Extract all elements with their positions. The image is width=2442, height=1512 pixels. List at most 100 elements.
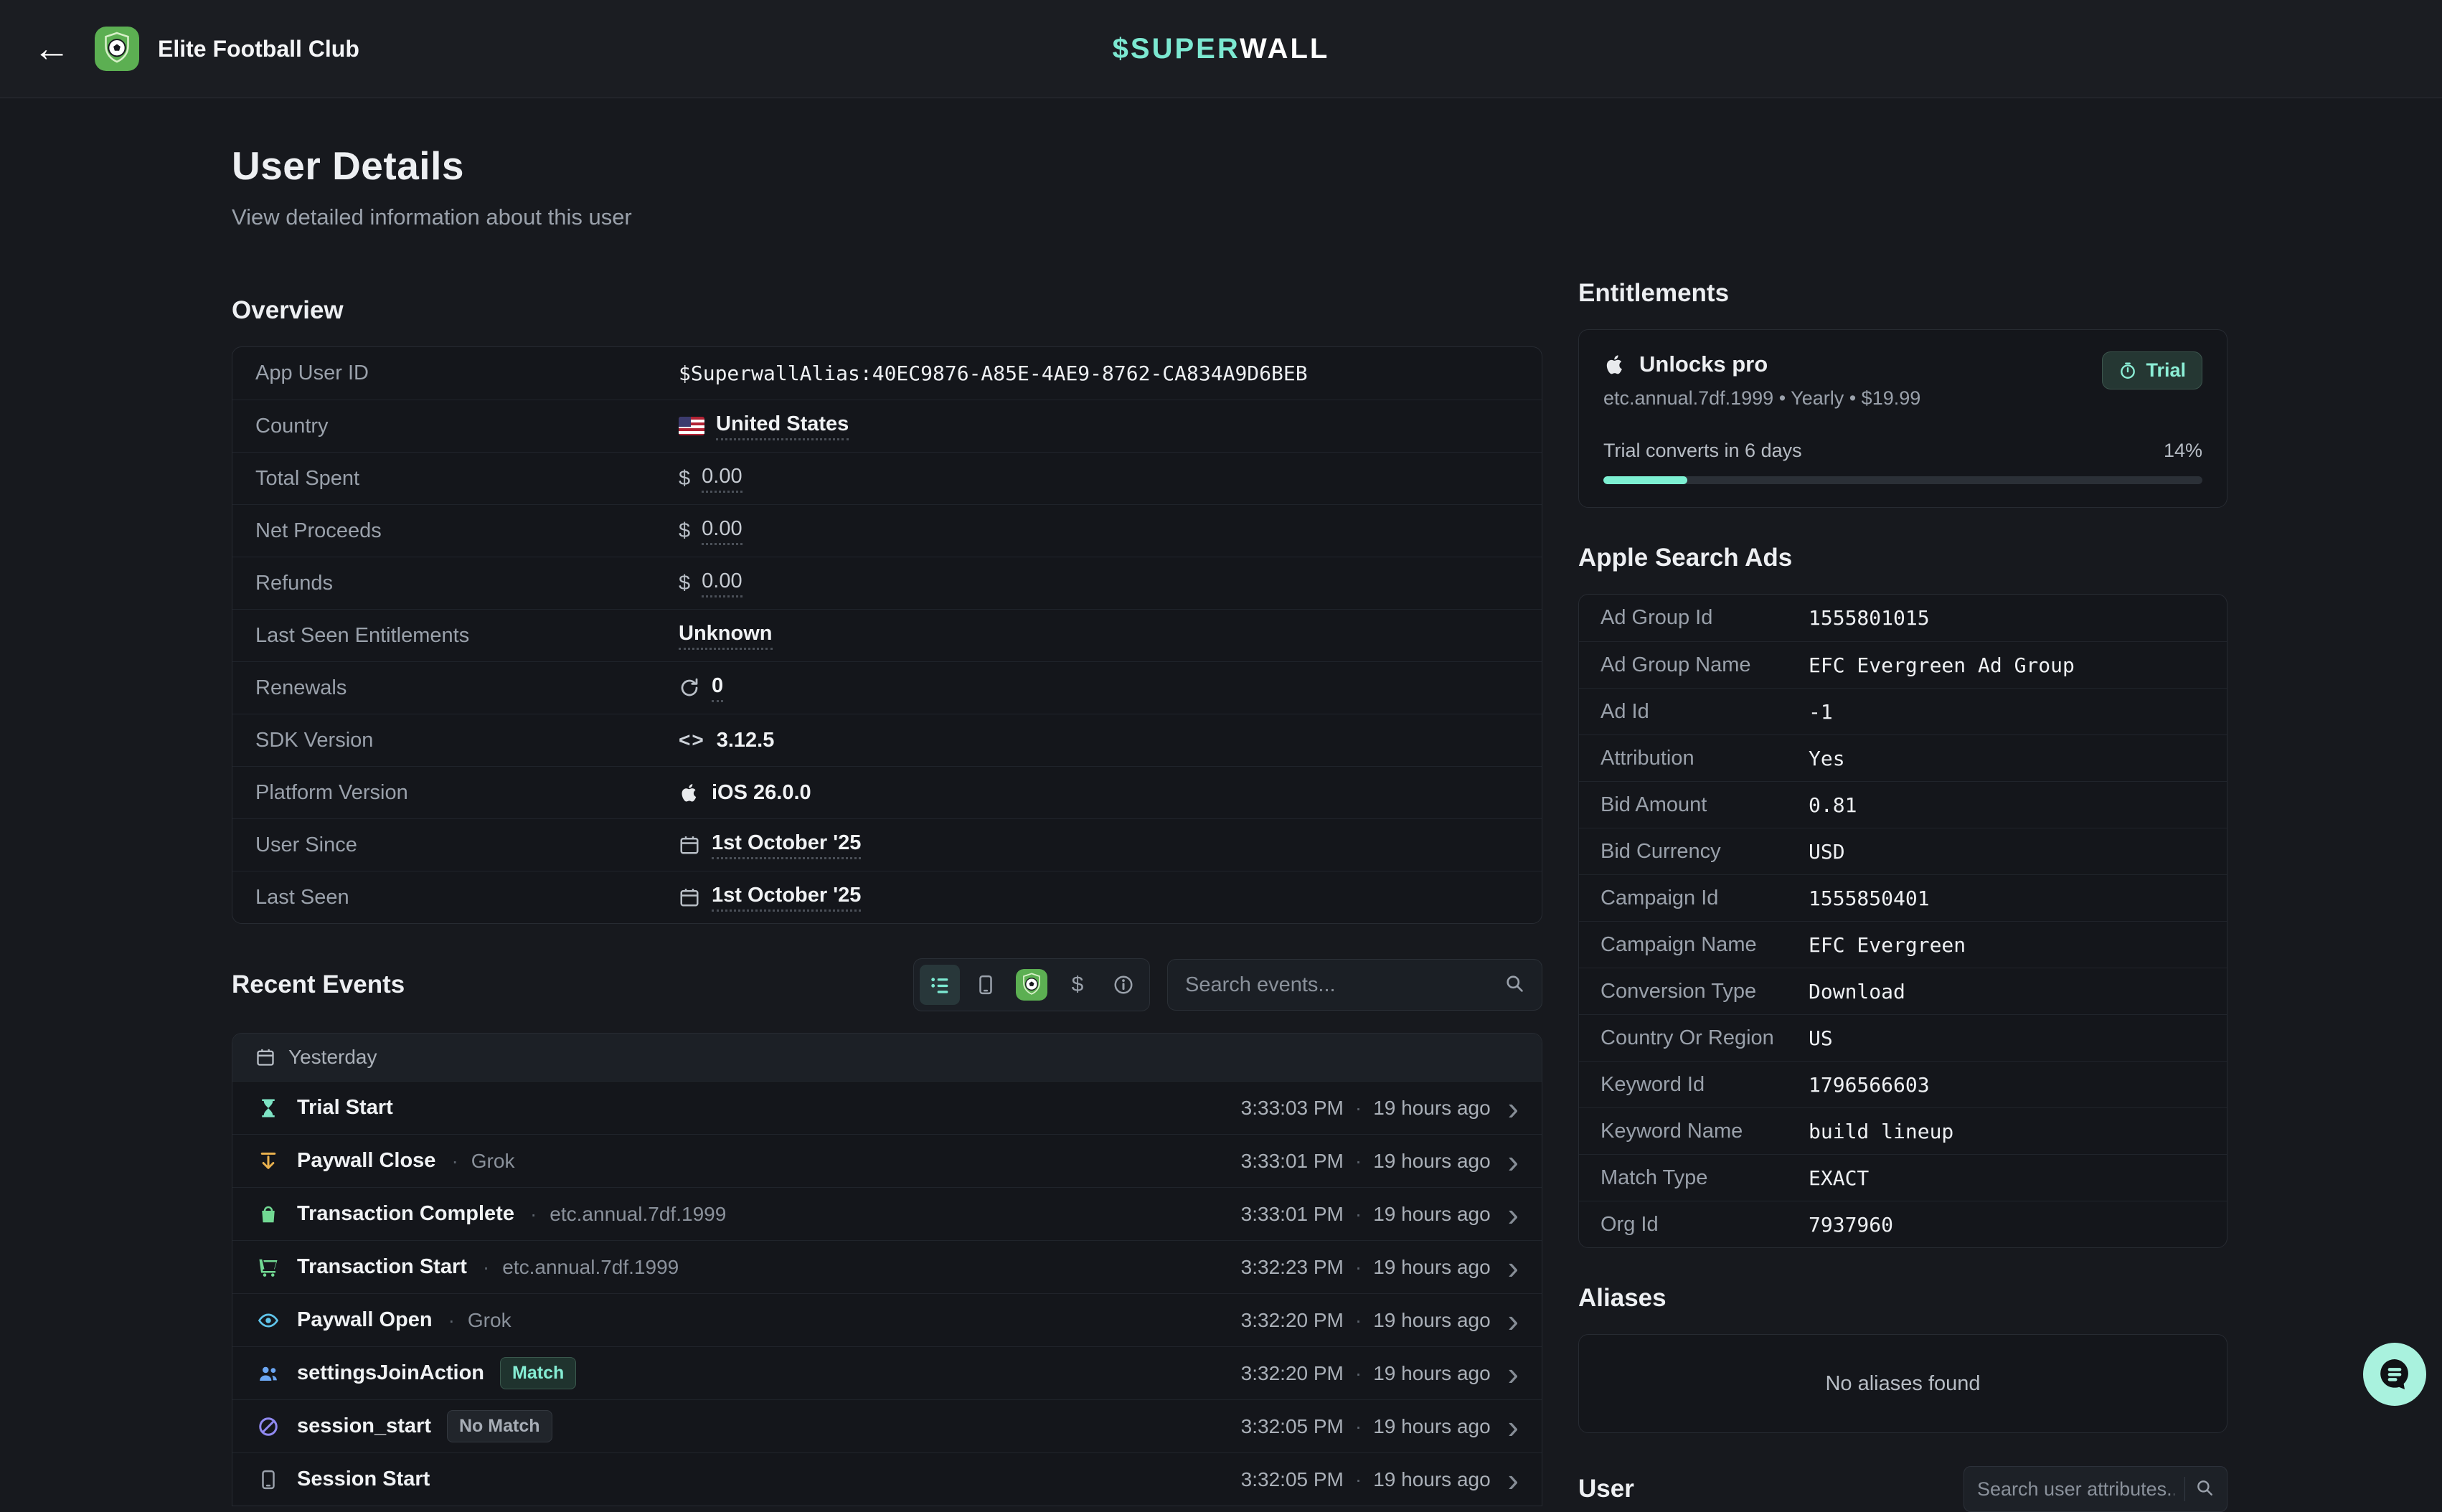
row-label: Bid Currency	[1600, 840, 1809, 864]
row-label: Refunds	[255, 572, 679, 595]
event-ago: 19 hours ago	[1373, 1468, 1490, 1491]
us-flag-icon	[679, 417, 704, 435]
dollar-icon: $	[679, 519, 690, 543]
trial-progress-track	[1603, 476, 2202, 484]
event-row[interactable]: Transaction Start etc.annual.7df.1999 3:…	[232, 1240, 1542, 1293]
row-label: Ad Group Name	[1600, 653, 1809, 677]
event-filter-toolbar: $	[913, 958, 1150, 1011]
row-value: 1st October '25	[712, 831, 861, 859]
row-label: Ad Group Id	[1600, 606, 1809, 630]
table-row: Net Proceeds $0.00	[232, 504, 1542, 557]
left-column: User Details View detailed information a…	[232, 143, 1542, 1506]
apple-icon	[1603, 353, 1626, 376]
event-label: Paywall Close	[297, 1149, 435, 1173]
event-label: Trial Start	[297, 1096, 393, 1120]
table-row: Keyword Id1796566603	[1579, 1061, 2227, 1107]
events-search-input[interactable]	[1185, 973, 1493, 997]
row-value: 0.00	[702, 517, 742, 545]
event-label: settingsJoinAction	[297, 1361, 484, 1385]
calendar-icon	[255, 1047, 275, 1067]
row-label: App User ID	[255, 362, 679, 385]
event-label: Paywall Open	[297, 1308, 433, 1332]
event-label: session_start	[297, 1414, 431, 1438]
table-row: Org Id7937960	[1579, 1201, 2227, 1247]
table-row: Ad Group Id1555801015	[1579, 595, 2227, 641]
app-name: Elite Football Club	[158, 36, 359, 62]
trial-percent: 14%	[2164, 440, 2202, 462]
search-icon	[1504, 973, 1524, 997]
divider	[2184, 1477, 2185, 1501]
trial-progress-fill	[1603, 476, 1687, 484]
event-ago: 19 hours ago	[1373, 1362, 1490, 1385]
table-row: Ad Group NameEFC Evergreen Ad Group	[1579, 641, 2227, 688]
code-icon: <>	[679, 729, 705, 752]
filter-info-events-button[interactable]	[1103, 965, 1144, 1005]
user-heading: User	[1578, 1475, 1634, 1503]
row-value: iOS 26.0.0	[712, 781, 811, 805]
filter-revenue-events-button[interactable]: $	[1057, 965, 1098, 1005]
overview-heading: Overview	[232, 296, 1542, 325]
event-sub: etc.annual.7df.1999	[530, 1203, 726, 1226]
chat-bubble-icon	[2375, 1354, 2415, 1394]
user-search-box	[1964, 1466, 2228, 1512]
hourglass-icon	[255, 1097, 281, 1119]
table-row: Renewals 0	[232, 661, 1542, 714]
row-label: Org Id	[1600, 1213, 1809, 1237]
page-title: User Details	[232, 143, 1542, 189]
event-row[interactable]: Paywall Close Grok 3:33:01 PM19 hours ag…	[232, 1134, 1542, 1187]
app-logo-icon	[95, 27, 139, 71]
filter-list-view-button[interactable]	[920, 965, 960, 1005]
event-row[interactable]: Paywall Open Grok 3:32:20 PM19 hours ago…	[232, 1293, 1542, 1346]
table-row: Country United States	[232, 400, 1542, 452]
event-time: 3:33:01 PM	[1241, 1203, 1344, 1226]
event-time: 3:32:20 PM	[1241, 1362, 1344, 1385]
event-sub: Grok	[451, 1150, 514, 1173]
event-sub: Grok	[448, 1309, 512, 1332]
event-row[interactable]: Session Start 3:32:05 PM19 hours ago›	[232, 1452, 1542, 1506]
table-row: Refunds $0.00	[232, 557, 1542, 609]
event-row[interactable]: Trial Start 3:33:03 PM19 hours ago›	[232, 1081, 1542, 1134]
table-row: AttributionYes	[1579, 734, 2227, 781]
calendar-icon	[679, 834, 700, 856]
aliases-heading: Aliases	[1578, 1284, 2228, 1313]
chat-support-button[interactable]	[2363, 1343, 2426, 1406]
users-icon	[255, 1363, 281, 1384]
row-value: Download	[1809, 980, 1905, 1003]
row-label: Campaign Name	[1600, 933, 1809, 957]
table-row: App User ID $SuperwallAlias:40EC9876-A85…	[232, 347, 1542, 400]
back-button[interactable]: ←	[33, 30, 70, 67]
table-row: Country Or RegionUS	[1579, 1014, 2227, 1061]
event-row[interactable]: session_start No Match 3:32:05 PM19 hour…	[232, 1399, 1542, 1452]
timer-icon	[2118, 362, 2137, 380]
top-bar: ← Elite Football Club $SUPERWALL	[0, 0, 2442, 98]
user-attributes-search-input[interactable]	[1977, 1478, 2174, 1501]
event-row[interactable]: settingsJoinAction Match 3:32:20 PM19 ho…	[232, 1346, 1542, 1399]
trial-badge-label: Trial	[2146, 359, 2186, 382]
row-value: USD	[1809, 840, 1845, 864]
apple-icon	[679, 782, 700, 803]
row-label: Bid Amount	[1600, 793, 1809, 817]
event-time: 3:32:20 PM	[1241, 1309, 1344, 1332]
chevron-right-icon: ›	[1508, 1410, 1519, 1443]
entitlement-card: Unlocks pro etc.annual.7df.1999 • Yearly…	[1578, 329, 2228, 508]
filter-device-events-button[interactable]	[966, 965, 1006, 1005]
event-label: Transaction Start	[297, 1255, 467, 1279]
table-row: Campaign NameEFC Evergreen	[1579, 921, 2227, 968]
table-row: Match TypeEXACT	[1579, 1154, 2227, 1201]
event-time: 3:32:05 PM	[1241, 1468, 1344, 1491]
row-label: SDK Version	[255, 729, 679, 752]
event-time: 3:32:23 PM	[1241, 1256, 1344, 1279]
logo-super-part: $SUPER	[1113, 33, 1240, 65]
row-value: EFC Evergreen	[1809, 933, 1966, 957]
row-label: Match Type	[1600, 1166, 1809, 1190]
aliases-empty-text: No aliases found	[1825, 1372, 1980, 1396]
row-value: Yes	[1809, 747, 1845, 770]
row-label: Total Spent	[255, 467, 679, 491]
filter-app-events-button[interactable]	[1012, 965, 1052, 1005]
event-row[interactable]: Transaction Complete etc.annual.7df.1999…	[232, 1187, 1542, 1240]
row-value: 1st October '25	[712, 884, 861, 912]
row-value: US	[1809, 1026, 1833, 1050]
dollar-icon: $	[679, 467, 690, 491]
chevron-right-icon: ›	[1508, 1357, 1519, 1390]
table-row: User Since 1st October '25	[232, 818, 1542, 871]
